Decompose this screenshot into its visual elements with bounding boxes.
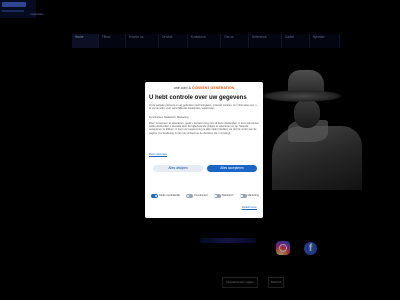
learn-more-link[interactable]: Meer informatie: [149, 153, 167, 156]
consent-brand: one.com & CONSENT GENERATION: [145, 86, 263, 90]
toggle-label: Functioneel: [194, 194, 208, 198]
switch-marketing[interactable]: [239, 194, 247, 198]
accept-all-button[interactable]: Alles accepteren: [207, 165, 257, 172]
consent-title: U hebt controle over uw gegevens: [149, 95, 247, 101]
toggle-marketing[interactable]: Marketing: [239, 194, 259, 198]
show-details-link[interactable]: Details tonen: [242, 206, 257, 209]
toggle-label: Statistisch: [221, 194, 234, 198]
switch-functional[interactable]: [186, 194, 194, 198]
brand-connector: &: [188, 86, 191, 90]
switch-statistical[interactable]: [213, 194, 221, 198]
toggle-label: Marketing: [247, 194, 259, 198]
consent-dialog: one.com & CONSENT GENERATION U hebt cont…: [145, 82, 263, 218]
brand-name: one.com: [173, 86, 188, 90]
toggle-label: Strikt noodzakelijk: [159, 194, 180, 198]
toggle-statistical[interactable]: Statistisch: [213, 194, 234, 198]
consent-explanation-text: Door ‘Accepteer’ te selecteren, geeft u …: [149, 122, 260, 135]
toggle-strictly-necessary[interactable]: Strikt noodzakelijk: [151, 194, 180, 198]
consent-toggles: Strikt noodzakelijk Functioneel Statisti…: [151, 194, 259, 198]
consent-purposes-text: Functioneel, Statistisch, Marketing: [149, 116, 189, 119]
deny-all-button[interactable]: Alles afwijzen: [153, 165, 203, 172]
consent-intro-text: Onze website partners en wij gebruiken t…: [149, 104, 257, 111]
brand-partner: CONSENT GENERATION: [191, 86, 235, 90]
toggle-functional[interactable]: Functioneel: [186, 194, 207, 198]
switch-strictly-necessary[interactable]: [151, 194, 158, 198]
